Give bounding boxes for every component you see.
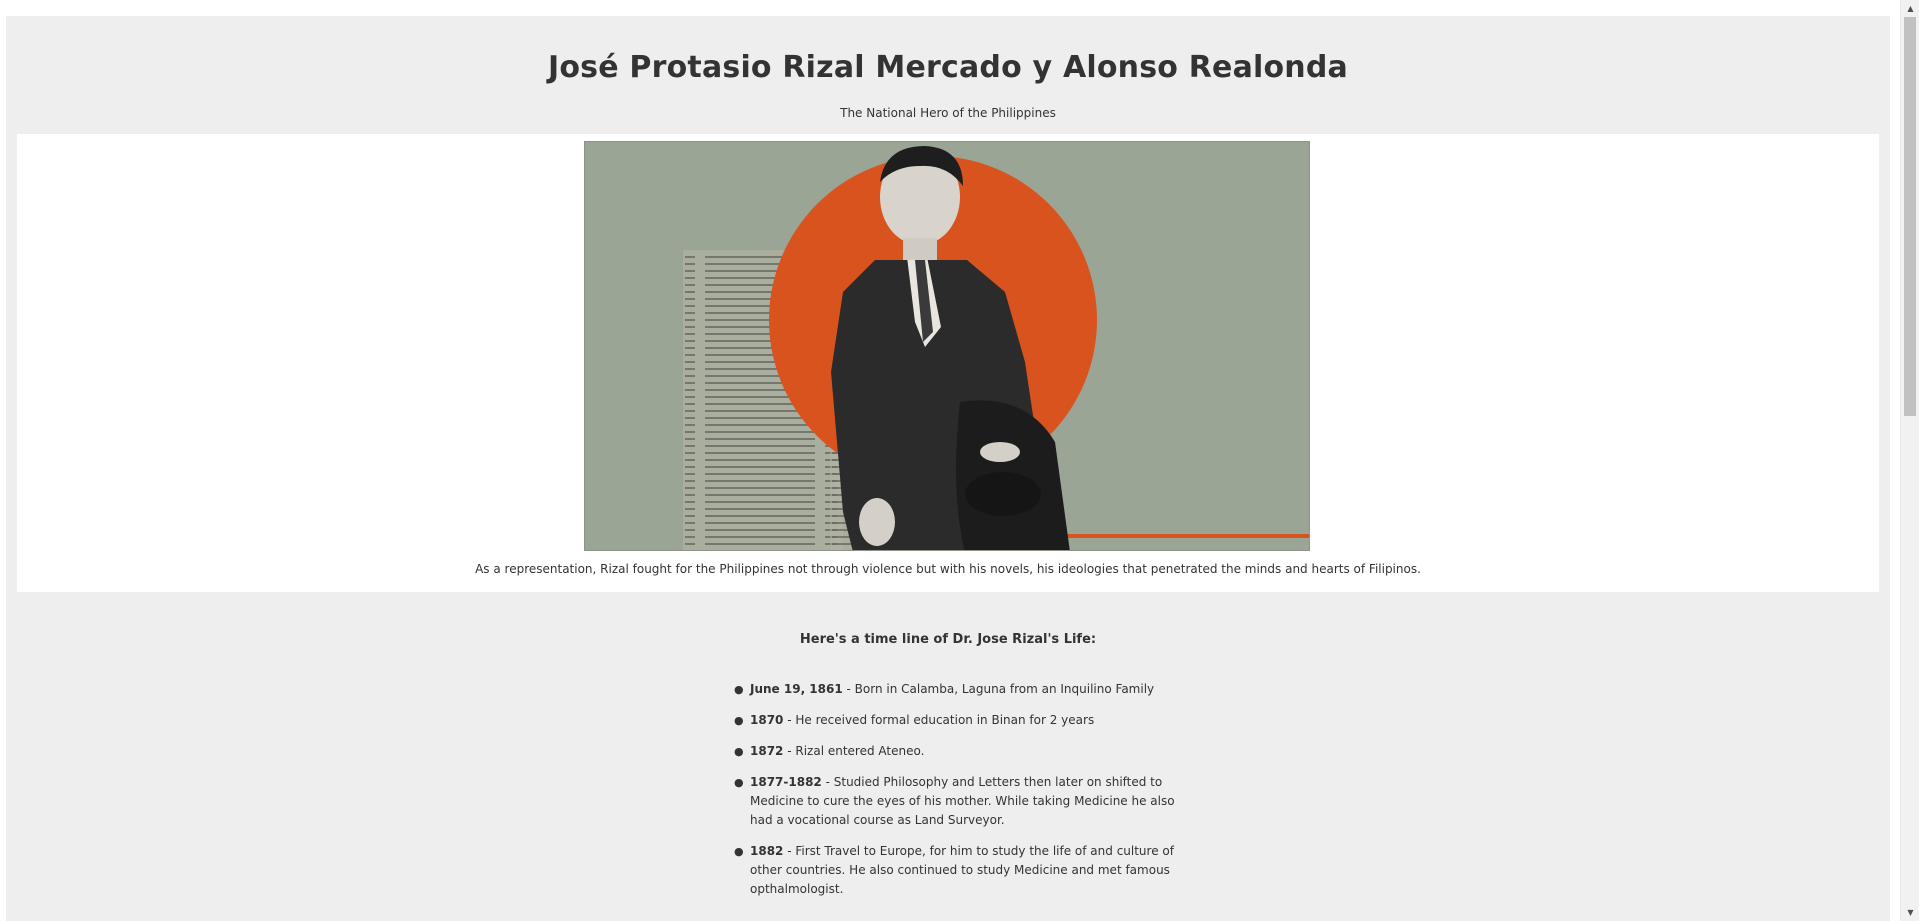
timeline-item: ● 1877-1882 - Studied Philosophy and Let…: [734, 773, 1180, 830]
timeline-text: - Born in Calamba, Laguna from an Inquil…: [842, 682, 1155, 696]
scrollbar-thumb[interactable]: [1904, 17, 1916, 416]
timeline-item: ● 1872 - Rizal entered Ateneo.: [734, 742, 1180, 761]
timeline-date: 1882: [750, 844, 784, 858]
timeline-date: June 19, 1861: [750, 682, 843, 696]
bullet-icon: ●: [734, 845, 744, 858]
timeline-heading: Here's a time line of Dr. Jose Rizal's L…: [799, 632, 1097, 647]
timeline-item: ● 1870 - He received formal education in…: [734, 711, 1180, 730]
image-caption: As a representation, Rizal fought for th…: [475, 562, 1421, 576]
timeline-date: 1877-1882: [750, 775, 822, 789]
bullet-icon: ●: [734, 745, 744, 758]
bullet-icon: ●: [734, 683, 744, 696]
timeline-item: ● June 19, 1861 - Born in Calamba, Lagun…: [734, 680, 1180, 699]
bullet-icon: ●: [734, 714, 744, 727]
portrait-illustration: [585, 142, 1309, 550]
timeline-date: 1870: [750, 713, 784, 727]
timeline-text: - He received formal education in Binan …: [783, 713, 1095, 727]
timeline-text: - Rizal entered Ateneo.: [783, 744, 925, 758]
timeline-date: 1872: [750, 744, 784, 758]
main-container: José Protasio Rizal Mercado y Alonso Rea…: [6, 16, 1890, 921]
browser-viewport: José Protasio Rizal Mercado y Alonso Rea…: [0, 0, 1900, 921]
page-title: José Protasio Rizal Mercado y Alonso Rea…: [547, 50, 1348, 85]
rizal-portrait-image: [584, 141, 1310, 551]
image-section: As a representation, Rizal fought for th…: [17, 134, 1879, 592]
vertical-scrollbar[interactable]: ▲ ▼: [1900, 0, 1919, 921]
timeline-list: ● June 19, 1861 - Born in Calamba, Lagun…: [734, 680, 1180, 911]
bullet-icon: ●: [734, 776, 744, 789]
timeline-text: - First Travel to Europe, for him to stu…: [750, 844, 1174, 896]
timeline-item: ● 1882 - First Travel to Europe, for him…: [734, 842, 1180, 899]
scroll-down-arrow-icon[interactable]: ▼: [1901, 904, 1919, 921]
scroll-up-arrow-icon[interactable]: ▲: [1901, 0, 1919, 17]
page-subtitle: The National Hero of the Philippines: [840, 106, 1056, 120]
